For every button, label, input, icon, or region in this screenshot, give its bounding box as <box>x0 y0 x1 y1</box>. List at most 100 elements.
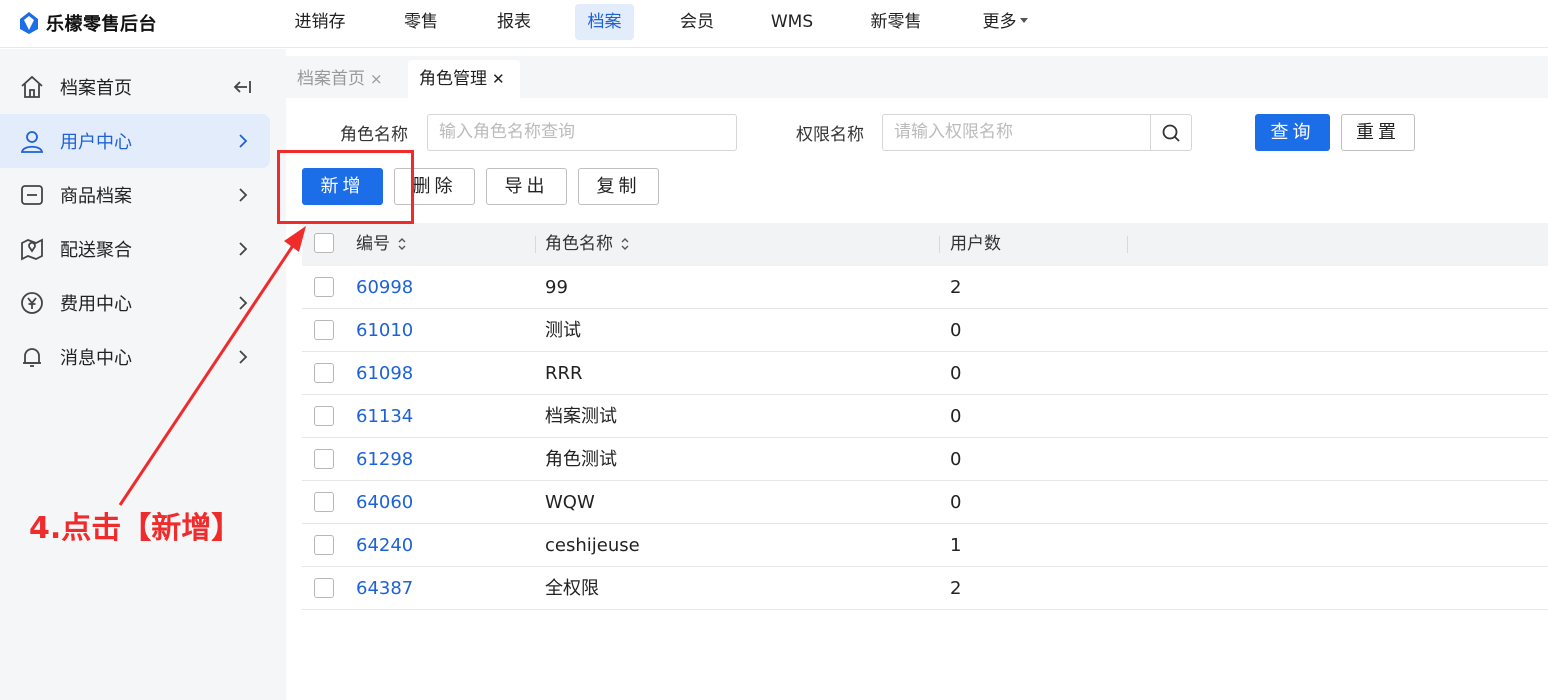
table-header: 编号 角色名称 用户数 <box>302 223 1548 266</box>
column-header-role-name[interactable]: 角色名称 <box>545 223 630 266</box>
table-row: 64240 ceshijeuse 1 <box>302 524 1548 567</box>
permission-name-input[interactable]: 请输入权限名称 <box>882 114 1152 151</box>
role-name-cell: 档案测试 <box>545 406 617 427</box>
sidebar-item-messages[interactable]: 消息中心 <box>0 330 270 384</box>
sidebar-item-user-center[interactable]: 用户中心 <box>0 114 270 168</box>
permission-name-label: 权限名称 <box>796 125 864 145</box>
role-id-link[interactable]: 64240 <box>356 524 413 567</box>
user-count-cell: 0 <box>950 406 962 427</box>
nav-item-archives[interactable]: 档案 <box>575 4 634 40</box>
search-icon <box>1162 124 1180 142</box>
role-name-cell: RRR <box>545 363 583 384</box>
chevron-right-icon <box>239 134 248 148</box>
search-button[interactable] <box>1150 114 1192 151</box>
role-id-link[interactable]: 64060 <box>356 481 413 524</box>
collapse-sidebar-icon[interactable] <box>232 80 252 94</box>
table-row: 60998 99 2 <box>302 266 1548 309</box>
role-name-cell: ceshijeuse <box>545 535 640 556</box>
nav-item-inventory[interactable]: 进销存 <box>283 4 357 40</box>
sort-icon[interactable] <box>620 237 630 251</box>
column-header-id[interactable]: 编号 <box>356 223 407 266</box>
row-checkbox[interactable] <box>314 578 334 598</box>
highlight-box <box>277 150 414 224</box>
sidebar-item-label: 消息中心 <box>60 348 132 369</box>
role-name-input[interactable]: 输入角色名称查询 <box>427 114 737 151</box>
top-bar: 乐檬零售后台 进销存 零售 报表 档案 会员 WMS 新零售 更多 <box>0 0 1548 48</box>
column-header-user-count: 用户数 <box>950 234 1001 254</box>
role-name-cell: WQW <box>545 492 595 513</box>
table-row: 61298 角色测试 0 <box>302 438 1548 481</box>
nav-item-retail[interactable]: 零售 <box>386 4 456 40</box>
bell-icon <box>23 348 41 367</box>
user-count-cell: 1 <box>950 535 962 556</box>
home-icon <box>21 75 43 98</box>
close-icon[interactable]: × <box>370 60 383 98</box>
column-divider[interactable] <box>535 236 536 253</box>
role-name-cell: 全权限 <box>545 578 599 599</box>
role-name-cell: 角色测试 <box>545 449 617 470</box>
table-row: 61134 档案测试 0 <box>302 395 1548 438</box>
sidebar-item-product-archive[interactable]: 商品档案 <box>0 168 270 222</box>
export-button[interactable]: 导出 <box>486 168 567 205</box>
row-checkbox[interactable] <box>314 277 334 297</box>
nav-item-reports[interactable]: 报表 <box>479 4 549 40</box>
sidebar: 档案首页 用户中心 商品档案 配送聚合 费用中心 消息中心 <box>0 49 286 700</box>
sidebar-item-delivery[interactable]: 配送聚合 <box>0 222 270 276</box>
user-count-cell: 2 <box>950 578 962 599</box>
role-id-link[interactable]: 64387 <box>356 567 413 610</box>
copy-button[interactable]: 复制 <box>578 168 659 205</box>
chevron-right-icon <box>239 350 248 364</box>
role-name-label: 角色名称 <box>340 125 408 145</box>
table-row: 61098 RRR 0 <box>302 352 1548 395</box>
row-checkbox[interactable] <box>314 363 334 383</box>
reset-button[interactable]: 重置 <box>1341 114 1415 151</box>
role-name-cell: 99 <box>545 277 568 298</box>
table-row: 64387 全权限 2 <box>302 567 1548 610</box>
tab-archive-home[interactable]: 档案首页 × <box>286 60 398 98</box>
sidebar-item-label: 商品档案 <box>60 186 132 207</box>
user-count-cell: 2 <box>950 277 962 298</box>
tab-bar: 档案首页 × 角色管理 ✕ <box>286 56 1548 98</box>
sidebar-item-expense[interactable]: 费用中心 <box>0 276 270 330</box>
row-checkbox[interactable] <box>314 492 334 512</box>
role-name-cell: 测试 <box>545 320 581 341</box>
sort-icon[interactable] <box>397 237 407 251</box>
nav-item-new-retail[interactable]: 新零售 <box>858 4 934 40</box>
role-id-link[interactable]: 61298 <box>356 438 413 481</box>
row-checkbox[interactable] <box>314 320 334 340</box>
delivery-icon <box>21 238 43 261</box>
user-count-cell: 0 <box>950 363 962 384</box>
user-count-cell: 0 <box>950 449 962 470</box>
user-icon <box>20 131 44 153</box>
query-button[interactable]: 查询 <box>1255 114 1330 151</box>
sidebar-item-label: 配送聚合 <box>60 240 132 261</box>
caret-down-icon <box>1019 18 1028 23</box>
close-icon[interactable]: ✕ <box>492 60 505 98</box>
sidebar-item-archive-home[interactable]: 档案首页 <box>0 60 270 114</box>
sidebar-item-label: 档案首页 <box>60 78 132 99</box>
yuan-icon <box>21 292 43 314</box>
tab-role-management[interactable]: 角色管理 ✕ <box>408 60 520 98</box>
select-all-checkbox[interactable] <box>314 233 334 253</box>
table-row: 64060 WQW 0 <box>302 481 1548 524</box>
column-divider[interactable] <box>1127 236 1128 253</box>
nav-item-members[interactable]: 会员 <box>662 4 732 40</box>
logo-icon <box>20 12 38 34</box>
row-checkbox[interactable] <box>314 449 334 469</box>
column-divider[interactable] <box>939 236 940 253</box>
row-checkbox[interactable] <box>314 406 334 426</box>
role-id-link[interactable]: 61134 <box>356 395 413 438</box>
nav-item-more[interactable]: 更多 <box>970 4 1040 40</box>
user-count-cell: 0 <box>950 492 962 513</box>
chevron-right-icon <box>239 242 248 256</box>
chevron-right-icon <box>239 296 248 310</box>
app-logo[interactable]: 乐檬零售后台 <box>18 10 157 36</box>
annotation-text: 4.点击【新增】 <box>29 511 242 546</box>
role-id-link[interactable]: 61010 <box>356 309 413 352</box>
chevron-right-icon <box>239 188 248 202</box>
role-id-link[interactable]: 61098 <box>356 352 413 395</box>
user-count-cell: 0 <box>950 320 962 341</box>
nav-item-wms[interactable]: WMS <box>756 4 828 40</box>
role-id-link[interactable]: 60998 <box>356 266 413 309</box>
row-checkbox[interactable] <box>314 535 334 555</box>
